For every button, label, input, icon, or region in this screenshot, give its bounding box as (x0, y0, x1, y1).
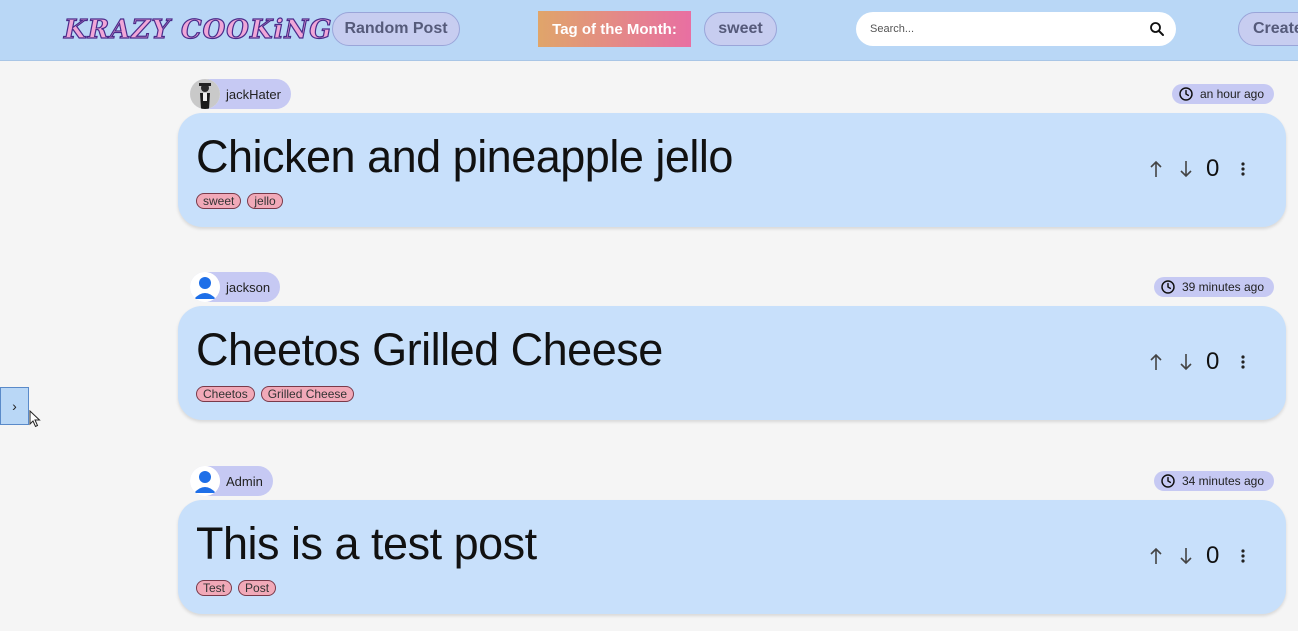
tag-list: Test Post (196, 580, 277, 596)
tag-list: Cheetos Grilled Cheese (196, 386, 355, 402)
mouse-cursor-icon (29, 410, 41, 428)
downvote-arrow-icon[interactable] (1176, 351, 1196, 373)
post-card[interactable]: This is a test post Test Post 0 (178, 500, 1286, 614)
timestamp-badge: 39 minutes ago (1153, 277, 1274, 297)
tag-chip[interactable]: Cheetos (196, 386, 255, 402)
timestamp-text: 39 minutes ago (1181, 280, 1264, 294)
author-chip[interactable]: jackHater (190, 79, 291, 109)
author-name[interactable]: Admin (226, 474, 263, 489)
timestamp-text: an hour ago (1199, 87, 1264, 101)
tag-chip[interactable]: Grilled Cheese (260, 386, 355, 402)
timestamp-badge: an hour ago (1171, 84, 1274, 104)
vote-score: 0 (1206, 542, 1220, 569)
tag-chip[interactable]: Post (238, 580, 277, 596)
clock-icon (1161, 474, 1175, 488)
tag-list: sweet jello (196, 193, 283, 209)
author-name[interactable]: jackHater (226, 87, 281, 102)
upvote-arrow-icon[interactable] (1146, 158, 1166, 180)
search-bar (856, 12, 1176, 46)
downvote-arrow-icon[interactable] (1176, 158, 1196, 180)
post-title[interactable]: Cheetos Grilled Cheese (196, 324, 663, 376)
tag-of-month-button[interactable]: sweet (704, 12, 777, 46)
author-chip[interactable]: Admin (190, 466, 273, 496)
tag-of-month-label: Tag of the Month: (538, 11, 691, 47)
author-chip[interactable]: jackson (190, 272, 281, 302)
vote-controls: 0 (1146, 348, 1250, 376)
timestamp-badge: 34 minutes ago (1153, 471, 1274, 491)
vote-score: 0 (1206, 348, 1220, 375)
vote-controls: 0 (1146, 155, 1250, 183)
avatar (190, 466, 220, 496)
more-options-icon[interactable] (1236, 158, 1250, 180)
sidebar-toggle-button[interactable]: › (0, 387, 29, 425)
search-icon[interactable] (1148, 20, 1166, 38)
upvote-arrow-icon[interactable] (1146, 351, 1166, 373)
avatar (190, 272, 220, 302)
vote-score: 0 (1206, 155, 1220, 182)
vote-controls: 0 (1146, 542, 1250, 570)
author-name[interactable]: jackson (226, 280, 270, 295)
post-card[interactable]: Cheetos Grilled Cheese Cheetos Grilled Ch… (178, 306, 1286, 420)
search-input[interactable] (870, 23, 1130, 35)
downvote-arrow-icon[interactable] (1176, 545, 1196, 567)
clock-icon (1179, 87, 1193, 101)
post-title[interactable]: This is a test post (196, 518, 537, 570)
more-options-icon[interactable] (1236, 351, 1250, 373)
create-button[interactable]: Create (1238, 12, 1298, 46)
clock-icon (1161, 280, 1175, 294)
post-card[interactable]: Chicken and pineapple jello sweet jello 0 (178, 113, 1286, 227)
tag-chip[interactable]: sweet (196, 193, 242, 209)
tag-chip[interactable]: jello (247, 193, 283, 209)
avatar (190, 79, 220, 109)
random-post-button[interactable]: Random Post (332, 12, 460, 46)
site-logo[interactable]: KRAZY COOKiNG (63, 13, 332, 47)
more-options-icon[interactable] (1236, 545, 1250, 567)
tag-chip[interactable]: Test (196, 580, 233, 596)
upvote-arrow-icon[interactable] (1146, 545, 1166, 567)
timestamp-text: 34 minutes ago (1181, 474, 1264, 488)
post-title[interactable]: Chicken and pineapple jello (196, 131, 733, 183)
top-header: KRAZY COOKiNG Random Post Tag of the Mon… (0, 0, 1298, 61)
